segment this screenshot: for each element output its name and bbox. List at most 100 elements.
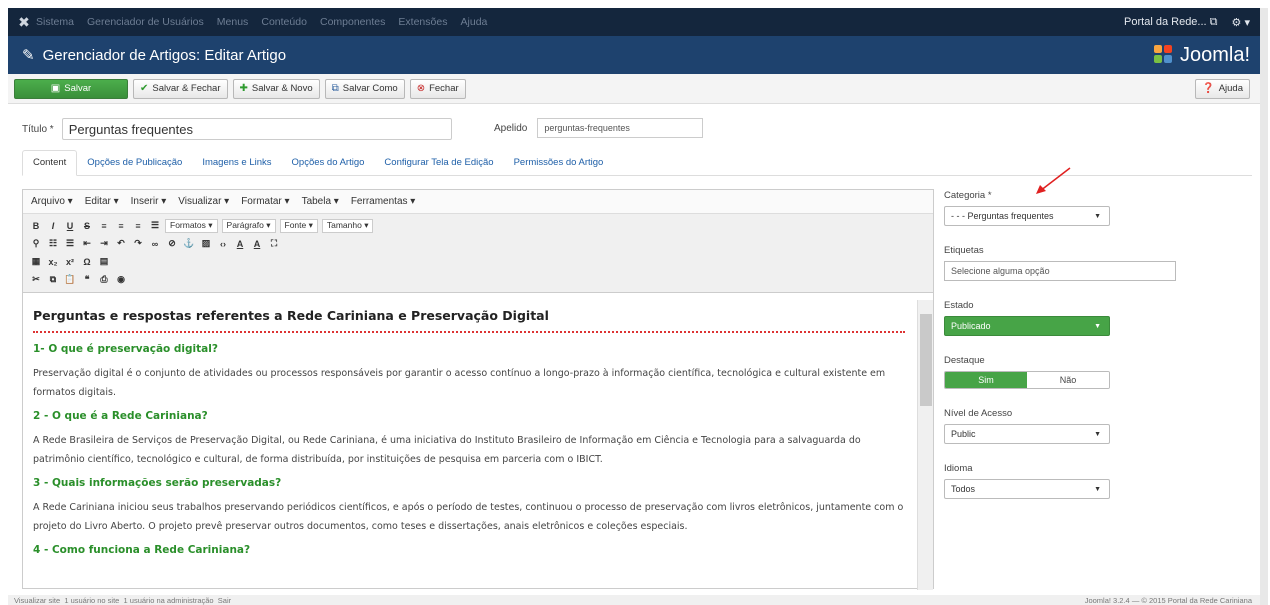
- state-select[interactable]: Publicado ▼: [944, 316, 1110, 336]
- access-select[interactable]: Public ▼: [944, 424, 1110, 444]
- italic-icon[interactable]: I: [46, 219, 60, 233]
- featured-no-button[interactable]: Não: [1027, 372, 1109, 388]
- site-link-label: Portal da Rede...: [1124, 15, 1207, 28]
- formats-dropdown[interactable]: Formatos ▾: [165, 218, 218, 233]
- editor-menu-table[interactable]: Tabela ▾: [302, 196, 339, 207]
- content-heading: Perguntas e respostas referentes a Rede …: [33, 308, 905, 333]
- user-menu[interactable]: ⚙ ▾: [1232, 16, 1250, 29]
- editor-menubar: Arquivo ▾ Editar ▾ Inserir ▾ Visualizar …: [23, 190, 933, 214]
- close-button[interactable]: ⊗ Fechar: [409, 78, 466, 99]
- tags-input[interactable]: Selecione alguma opção: [944, 261, 1176, 281]
- tab-permissions[interactable]: Permissões do Artigo: [504, 157, 614, 175]
- align-center-icon[interactable]: ≡: [114, 219, 128, 233]
- status-footer: Visualizar site 1 usuário no site 1 usuá…: [8, 595, 1260, 605]
- paste-icon[interactable]: 📋: [63, 273, 77, 287]
- alias-input[interactable]: perguntas-frequentes: [537, 118, 704, 138]
- featured-toggle: Sim Não: [944, 371, 1110, 389]
- undo-icon[interactable]: ↶: [114, 237, 128, 251]
- menu-conteudo[interactable]: Conteúdo: [261, 16, 307, 28]
- menu-usuarios[interactable]: Gerenciador de Usuários: [87, 16, 204, 28]
- link-icon[interactable]: ∞: [148, 237, 162, 251]
- background-color-icon[interactable]: A: [250, 237, 264, 251]
- editor-scrollbar[interactable]: [917, 300, 933, 590]
- version-text: Joomla! 3.2.4 — © 2015 Portal da Rede Ca…: [1084, 595, 1252, 605]
- table-icon[interactable]: ▦: [29, 255, 43, 269]
- tab-edit-screen[interactable]: Configurar Tela de Edição: [374, 157, 503, 175]
- close-label: Fechar: [429, 83, 459, 94]
- size-dropdown[interactable]: Tamanho ▾: [321, 218, 374, 233]
- align-right-icon[interactable]: ≡: [131, 219, 145, 233]
- editor-menu-insert[interactable]: Inserir ▾: [131, 196, 167, 207]
- category-select[interactable]: - - - Perguntas frequentes ▼: [944, 206, 1110, 226]
- save-new-button[interactable]: ✚ Salvar & Novo: [232, 78, 320, 99]
- page-title: Gerenciador de Artigos: Editar Artigo: [42, 46, 287, 64]
- site-link[interactable]: Portal da Rede... ⧉: [1124, 16, 1217, 29]
- editor-menu-tools[interactable]: Ferramentas ▾: [351, 196, 415, 207]
- window-scrollbar[interactable]: [1260, 8, 1268, 605]
- save-copy-label: Salvar Como: [342, 83, 398, 94]
- paragraph-dropdown[interactable]: Parágrafo ▾: [221, 218, 276, 233]
- underline-icon[interactable]: U: [63, 219, 77, 233]
- special-char-icon[interactable]: Ω: [80, 255, 94, 269]
- anchor-icon[interactable]: ⚓: [182, 237, 196, 251]
- joomla-logo-icon[interactable]: ✖: [12, 14, 36, 31]
- category-value: - - - Perguntas frequentes: [951, 211, 1054, 221]
- view-site-link[interactable]: Visualizar site: [14, 596, 60, 605]
- help-button[interactable]: ❓ Ajuda: [1195, 78, 1250, 99]
- redo-icon[interactable]: ↷: [131, 237, 145, 251]
- editor-content[interactable]: Perguntas e respostas referentes a Rede …: [23, 300, 915, 590]
- unlink-icon[interactable]: ⊘: [165, 237, 179, 251]
- media-icon[interactable]: ▤: [97, 255, 111, 269]
- scroll-thumb[interactable]: [920, 314, 932, 406]
- cut-icon[interactable]: ✂: [29, 273, 43, 287]
- tab-publishing[interactable]: Opções de Publicação: [77, 157, 192, 175]
- menu-extensoes[interactable]: Extensões: [398, 16, 447, 28]
- editor-menu-edit[interactable]: Editar ▾: [85, 196, 119, 207]
- save-copy-button[interactable]: ⧉ Salvar Como: [324, 78, 405, 99]
- save-button[interactable]: ▣ Salvar: [14, 78, 128, 99]
- font-dropdown[interactable]: Fonte ▾: [279, 218, 318, 233]
- subscript-icon[interactable]: x₂: [46, 255, 60, 269]
- superscript-icon[interactable]: x²: [63, 255, 77, 269]
- menu-sistema[interactable]: Sistema: [36, 16, 74, 28]
- featured-yes-button[interactable]: Sim: [945, 372, 1027, 388]
- copy-icon[interactable]: ⧉: [46, 273, 60, 287]
- bullet-list-icon[interactable]: ☷: [46, 237, 60, 251]
- tab-images-links[interactable]: Imagens e Links: [192, 157, 281, 175]
- numbered-list-icon[interactable]: ☰: [63, 237, 77, 251]
- preview-icon[interactable]: ◉: [114, 273, 128, 287]
- print-icon[interactable]: ⎙: [97, 273, 111, 287]
- text-color-icon[interactable]: A: [233, 237, 247, 251]
- admin-menu: Sistema Gerenciador de Usuários Menus Co…: [36, 16, 497, 28]
- menu-menus[interactable]: Menus: [217, 16, 249, 28]
- bold-icon[interactable]: B: [29, 219, 43, 233]
- fullscreen-icon[interactable]: ⛶: [267, 237, 281, 251]
- copy-icon: ⧉: [331, 83, 339, 94]
- tab-content[interactable]: Content: [22, 150, 78, 176]
- editor-menu-view[interactable]: Visualizar ▾: [178, 196, 229, 207]
- alias-row: Apelido perguntas-frequentes: [494, 118, 704, 138]
- align-left-icon[interactable]: ≡: [97, 219, 111, 233]
- blockquote-icon[interactable]: ❝: [80, 273, 94, 287]
- menu-componentes[interactable]: Componentes: [320, 16, 385, 28]
- question-4: 4 - Como funciona a Rede Cariniana?: [33, 544, 251, 556]
- logout-link[interactable]: Sair: [218, 596, 231, 605]
- menu-ajuda[interactable]: Ajuda: [461, 16, 488, 28]
- editor-menu-format[interactable]: Formatar ▾: [241, 196, 289, 207]
- align-justify-icon[interactable]: ☰: [148, 219, 162, 233]
- language-select[interactable]: Todos ▼: [944, 479, 1110, 499]
- strikethrough-icon[interactable]: S: [80, 219, 94, 233]
- binoculars-icon[interactable]: ⚲: [29, 237, 43, 251]
- editor-menu-file[interactable]: Arquivo ▾: [31, 196, 73, 207]
- save-close-button[interactable]: ✔ Salvar & Fechar: [133, 78, 228, 99]
- title-input[interactable]: Perguntas frequentes: [61, 118, 452, 140]
- tab-article-options[interactable]: Opções do Artigo: [282, 157, 375, 175]
- outdent-icon[interactable]: ⇤: [80, 237, 94, 251]
- joomla-brand: Joomla!: [1153, 44, 1250, 67]
- code-icon[interactable]: ‹›: [216, 237, 230, 251]
- indent-icon[interactable]: ⇥: [97, 237, 111, 251]
- rich-text-editor: Arquivo ▾ Editar ▾ Inserir ▾ Visualizar …: [22, 189, 934, 590]
- image-icon[interactable]: ▨: [199, 237, 213, 251]
- topbar-right: Portal da Rede... ⧉ ⚙ ▾: [1124, 16, 1260, 29]
- check-icon: ✔: [140, 83, 149, 94]
